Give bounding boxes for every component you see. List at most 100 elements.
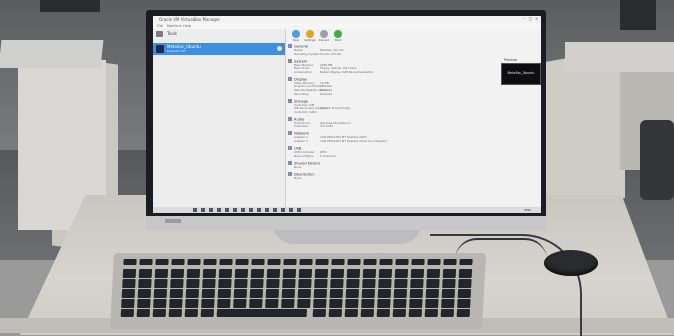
keyboard-key bbox=[458, 269, 473, 278]
keyboard-key bbox=[378, 269, 393, 278]
background-monitor-right bbox=[620, 0, 656, 30]
keyboard-key bbox=[329, 289, 344, 298]
keyboard-key bbox=[362, 269, 377, 278]
taskbar-app-icon[interactable] bbox=[297, 208, 301, 212]
keyboard-key bbox=[426, 279, 440, 288]
taskbar-app-icon[interactable] bbox=[249, 208, 253, 212]
keyboard-key bbox=[283, 259, 297, 265]
taskbar-app-icon[interactable] bbox=[257, 208, 261, 212]
taskbar-app-icon[interactable] bbox=[193, 208, 197, 212]
keyboard-key bbox=[219, 259, 233, 265]
keyboard-key bbox=[297, 299, 311, 308]
detail-value: Intel PRO/1000 MT Desktop (Host-only Ada… bbox=[320, 138, 387, 143]
keyboard-key bbox=[138, 269, 153, 278]
keyboard-key bbox=[281, 299, 295, 308]
taskbar-app-icon[interactable] bbox=[209, 208, 213, 212]
keyboard-key bbox=[187, 259, 201, 265]
keyboard-key bbox=[186, 279, 200, 288]
details-section: Shared folders None bbox=[288, 160, 478, 170]
mouse bbox=[544, 250, 598, 276]
keyboard-key bbox=[184, 309, 199, 317]
detail-key: None bbox=[294, 175, 302, 180]
keyboard-key bbox=[233, 299, 247, 308]
detail-row: Controller: ICH AC97 bbox=[288, 125, 478, 129]
details-section: Storage Controller: IDE IDE Secondary Devi… bbox=[288, 98, 478, 115]
keyboard-key bbox=[314, 279, 328, 288]
details-section: USB USB Controller: OHCI Device Filters: 0 (… bbox=[288, 146, 478, 158]
keyboard-key bbox=[330, 279, 344, 288]
toolbar-button-start[interactable]: Start bbox=[332, 30, 344, 43]
toolbar-button-settings[interactable]: Settings bbox=[304, 30, 316, 43]
taskbar-app-icon[interactable] bbox=[225, 208, 229, 212]
right-desk-top bbox=[565, 42, 674, 72]
keyboard-key bbox=[123, 259, 137, 265]
keyboard-key bbox=[442, 279, 456, 288]
keyboard-key bbox=[297, 289, 312, 298]
keyboard-key bbox=[363, 259, 377, 265]
keyboard-key bbox=[312, 309, 327, 317]
section-icon bbox=[288, 160, 292, 165]
keyboard-key bbox=[137, 299, 151, 308]
keyboard-key bbox=[314, 269, 329, 278]
taskbar-app-icon[interactable] bbox=[289, 208, 293, 212]
vm-list-item[interactable]: MetaSec_Ubuntu Powered Off bbox=[153, 43, 285, 55]
section-icon bbox=[288, 116, 292, 121]
vm-menu-icon[interactable] bbox=[277, 46, 282, 51]
system-tray[interactable]: ENG bbox=[525, 207, 531, 213]
taskbar-app-icon[interactable] bbox=[265, 208, 269, 212]
taskbar-app-icon[interactable] bbox=[217, 208, 221, 212]
keyboard-key bbox=[459, 259, 473, 265]
detail-row: Adapter 2: Intel PRO/1000 MT Desktop (Hos… bbox=[288, 138, 478, 144]
keyboard-key bbox=[410, 279, 424, 288]
keyboard-key bbox=[121, 289, 136, 298]
keyboard-key bbox=[411, 259, 425, 265]
keyboard-key bbox=[201, 289, 216, 298]
preview-label: Preview bbox=[504, 58, 518, 62]
photo-scene: Oracle VM VirtualBox Manager – □ × File … bbox=[0, 0, 674, 336]
keyboard-key bbox=[122, 269, 137, 278]
toolbar-button-label: Settings bbox=[304, 38, 316, 42]
keyboard-key bbox=[362, 279, 376, 288]
keyboard-key bbox=[137, 289, 152, 298]
keyboard-key bbox=[331, 259, 345, 265]
vm-state: Powered Off bbox=[167, 49, 186, 53]
keyboard-key bbox=[168, 309, 183, 317]
toolbar-button-new[interactable]: New bbox=[290, 30, 302, 43]
taskbar-app-icon[interactable] bbox=[201, 208, 205, 212]
keyboard-key bbox=[139, 259, 153, 265]
keyboard-key bbox=[266, 279, 280, 288]
close-icon[interactable]: × bbox=[534, 17, 539, 21]
keyboard-key bbox=[281, 289, 296, 298]
keyboard-key bbox=[345, 299, 359, 308]
taskbar-app-icon[interactable] bbox=[241, 208, 245, 212]
chair bbox=[640, 120, 674, 200]
keyboard-key bbox=[234, 269, 249, 278]
maximize-icon[interactable]: □ bbox=[528, 17, 533, 21]
keyboard-key bbox=[153, 299, 167, 308]
taskbar-app-icon[interactable] bbox=[273, 208, 277, 212]
tools-item[interactable]: Tools bbox=[153, 29, 285, 39]
detail-key: Controller: bbox=[294, 124, 309, 129]
right-desk-panel bbox=[545, 47, 625, 213]
monitor-chin bbox=[146, 216, 546, 230]
toolbar-button-discard[interactable]: Discard bbox=[318, 30, 330, 43]
minimize-icon[interactable]: – bbox=[522, 17, 527, 21]
keyboard-key bbox=[345, 289, 360, 298]
toolbar-button-label: New bbox=[292, 38, 300, 42]
keyboard-key bbox=[250, 269, 265, 278]
taskbar-app-icon[interactable] bbox=[233, 208, 237, 212]
details-section: Audio Host Driver: Windows DirectSound Cont… bbox=[288, 116, 478, 129]
gear-icon bbox=[306, 30, 314, 38]
taskbar-app-icon[interactable] bbox=[281, 208, 285, 212]
keyboard-key bbox=[249, 289, 264, 298]
keyboard-key bbox=[442, 269, 457, 278]
detail-key: Controller: SATA bbox=[294, 109, 317, 114]
keyboard-key bbox=[122, 279, 136, 288]
keyboard-key bbox=[218, 279, 232, 288]
keyboard-key bbox=[202, 269, 217, 278]
keyboard-key bbox=[377, 299, 391, 308]
detail-key: Device Filters: bbox=[294, 153, 314, 158]
keyboard-key bbox=[427, 259, 441, 265]
keyboard-key bbox=[170, 269, 185, 278]
keyboard-key bbox=[282, 269, 297, 278]
